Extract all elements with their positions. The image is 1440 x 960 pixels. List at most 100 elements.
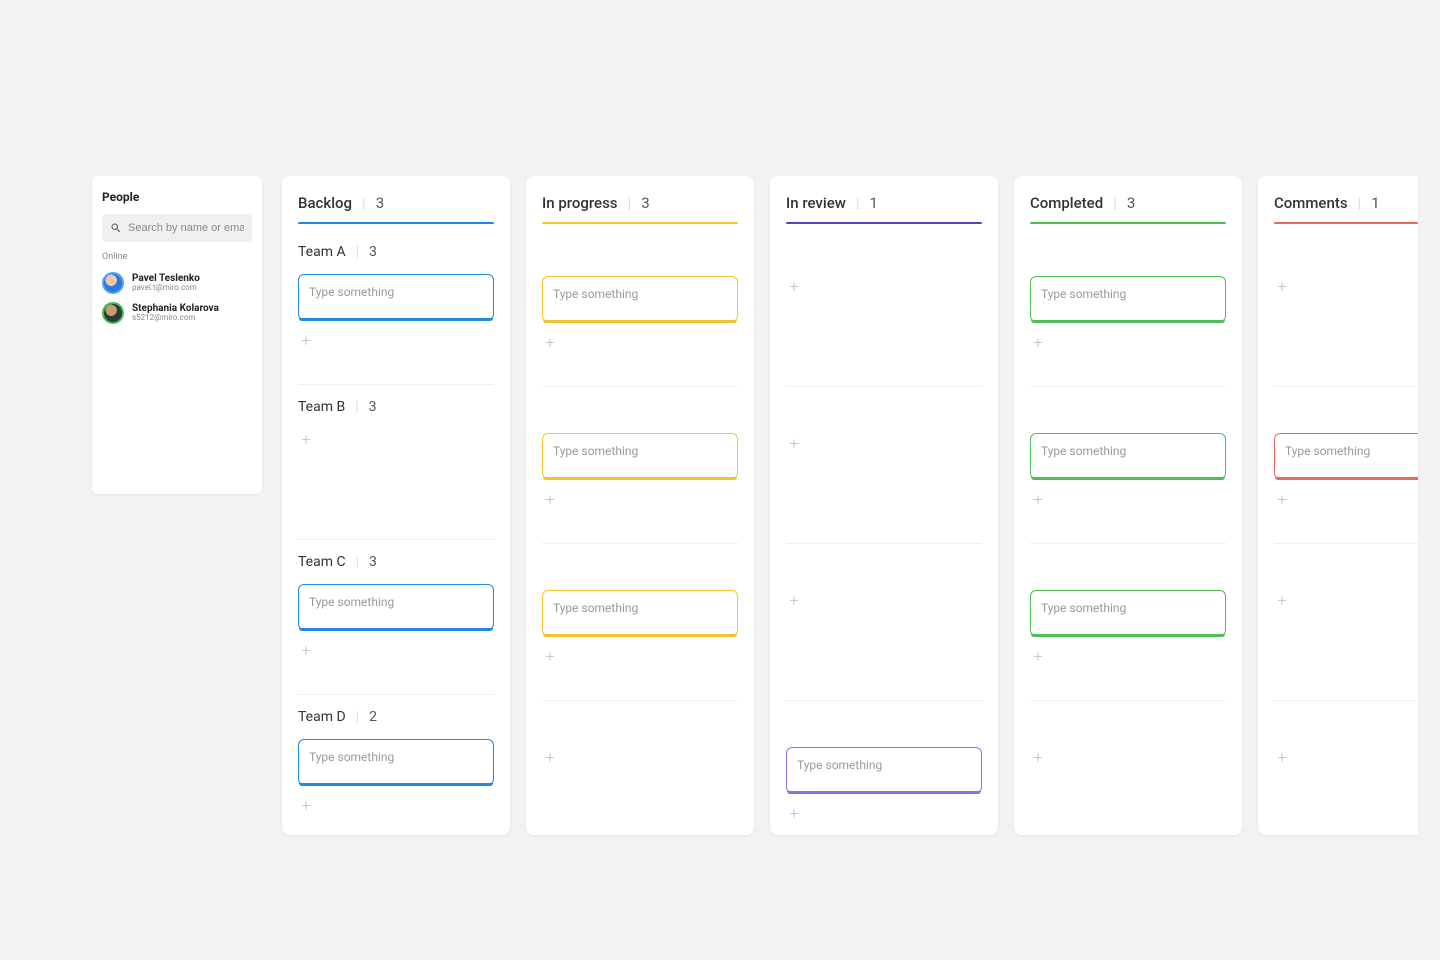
spacer (542, 558, 738, 590)
spacer (542, 244, 738, 276)
spacer (542, 715, 738, 747)
add-card-button[interactable]: + (298, 642, 314, 658)
group-title: Team D (298, 709, 346, 725)
cell: + (786, 276, 982, 372)
add-card-button[interactable]: + (542, 648, 558, 664)
add-card-button[interactable]: + (1030, 749, 1046, 765)
card[interactable]: Type something (1030, 433, 1226, 479)
column-header: Comments | 1 (1274, 194, 1418, 212)
add-card-button[interactable]: + (298, 332, 314, 348)
add-card-button[interactable]: + (786, 278, 802, 294)
separator: | (1358, 194, 1362, 212)
cell: Type something + (542, 433, 738, 529)
group-team-a: Team A | 3 Type something + (298, 230, 494, 370)
add-card-button[interactable]: + (786, 435, 802, 451)
column-completed: Completed | 3 Type something + Type some… (1014, 176, 1242, 835)
cell: Type something + (298, 584, 494, 680)
cell-group: + (786, 543, 982, 686)
separator: | (356, 244, 359, 260)
column-header: Backlog | 3 (298, 194, 494, 212)
column-in-review: In review | 1 + + + (770, 176, 998, 835)
card[interactable]: Type something (542, 276, 738, 322)
person-info: Pavel Teslenko pavel.t@miro.com (132, 273, 200, 293)
separator: | (362, 194, 366, 212)
add-card-button[interactable]: + (1274, 278, 1290, 294)
add-card-button[interactable]: + (542, 334, 558, 350)
column-count: 3 (376, 194, 384, 212)
cell: Type something + (542, 276, 738, 372)
cell-group: Type something + (1030, 230, 1226, 372)
card[interactable]: Type something (542, 590, 738, 636)
cell: + (1274, 590, 1418, 686)
add-card-button[interactable]: + (542, 749, 558, 765)
avatar (102, 272, 124, 294)
avatar (102, 302, 124, 324)
people-panel: People Online Pavel Teslenko pavel.t@mir… (92, 176, 262, 494)
person-row[interactable]: Pavel Teslenko pavel.t@miro.com (102, 268, 252, 298)
add-card-button[interactable]: + (1274, 749, 1290, 765)
card[interactable]: Type something (298, 584, 494, 630)
group-header: Team A | 3 (298, 244, 494, 260)
add-card-button[interactable]: + (786, 805, 802, 821)
cell: + (542, 747, 738, 819)
group-team-c: Team C | 3 Type something + (298, 539, 494, 680)
card[interactable]: Type something (1274, 433, 1418, 479)
add-card-button[interactable]: + (298, 431, 314, 447)
add-card-button[interactable]: + (1030, 648, 1046, 664)
group-count: 3 (369, 244, 377, 260)
people-title: People (102, 190, 252, 204)
column-title: In review (786, 194, 846, 212)
search-wrap[interactable] (102, 214, 252, 242)
spacer (786, 244, 982, 276)
group-title: Team A (298, 244, 346, 260)
cell: Type something + (1030, 590, 1226, 686)
person-email: pavel.t@miro.com (132, 284, 200, 293)
spacer (786, 715, 982, 747)
column-underline (786, 222, 982, 224)
column-title: Backlog (298, 194, 352, 212)
card[interactable]: Type something (298, 274, 494, 320)
spacer (542, 401, 738, 433)
cell-group: + (1030, 700, 1226, 819)
add-card-button[interactable]: + (1274, 592, 1290, 608)
spacer (1274, 244, 1418, 276)
add-card-button[interactable]: + (298, 797, 314, 813)
card[interactable]: Type something (786, 747, 982, 793)
column-underline (298, 222, 494, 224)
group-count: 3 (369, 554, 377, 570)
separator: | (856, 194, 860, 212)
group-count: 2 (369, 709, 377, 725)
person-row[interactable]: Stephania Kolarova s5212@miro.com (102, 298, 252, 328)
separator: | (1113, 194, 1117, 212)
group-team-b: Team B | 3 + (298, 384, 494, 525)
cell-group: Type something + (1274, 386, 1418, 529)
card[interactable]: Type something (298, 739, 494, 785)
add-card-button[interactable]: + (1274, 491, 1290, 507)
column-underline (542, 222, 738, 224)
cell-group: Type something + (1030, 543, 1226, 686)
card[interactable]: Type something (1030, 276, 1226, 322)
card[interactable]: Type something (542, 433, 738, 479)
column-comments: Comments | 1 + Type something + (1258, 176, 1418, 835)
column-title: Completed (1030, 194, 1103, 212)
add-card-button[interactable]: + (1030, 334, 1046, 350)
cell-group: + (1274, 700, 1418, 819)
spacer (1274, 558, 1418, 590)
column-in-progress: In progress | 3 Type something + Type so… (526, 176, 754, 835)
group-title: Team C (298, 554, 346, 570)
group-count: 3 (369, 399, 377, 415)
add-card-button[interactable]: + (542, 491, 558, 507)
group-title: Team B (298, 399, 345, 415)
add-card-button[interactable]: + (786, 592, 802, 608)
spacer (1030, 558, 1226, 590)
cell: + (1274, 276, 1418, 372)
group-header: Team D | 2 (298, 709, 494, 725)
cell-group: Type something + (542, 230, 738, 372)
cell: + (1274, 747, 1418, 819)
cell: + (298, 429, 494, 525)
card[interactable]: Type something (1030, 590, 1226, 636)
search-input[interactable] (128, 222, 244, 234)
add-card-button[interactable]: + (1030, 491, 1046, 507)
cell: + (1030, 747, 1226, 819)
column-backlog: Backlog | 3 Team A | 3 Type something + … (282, 176, 510, 835)
